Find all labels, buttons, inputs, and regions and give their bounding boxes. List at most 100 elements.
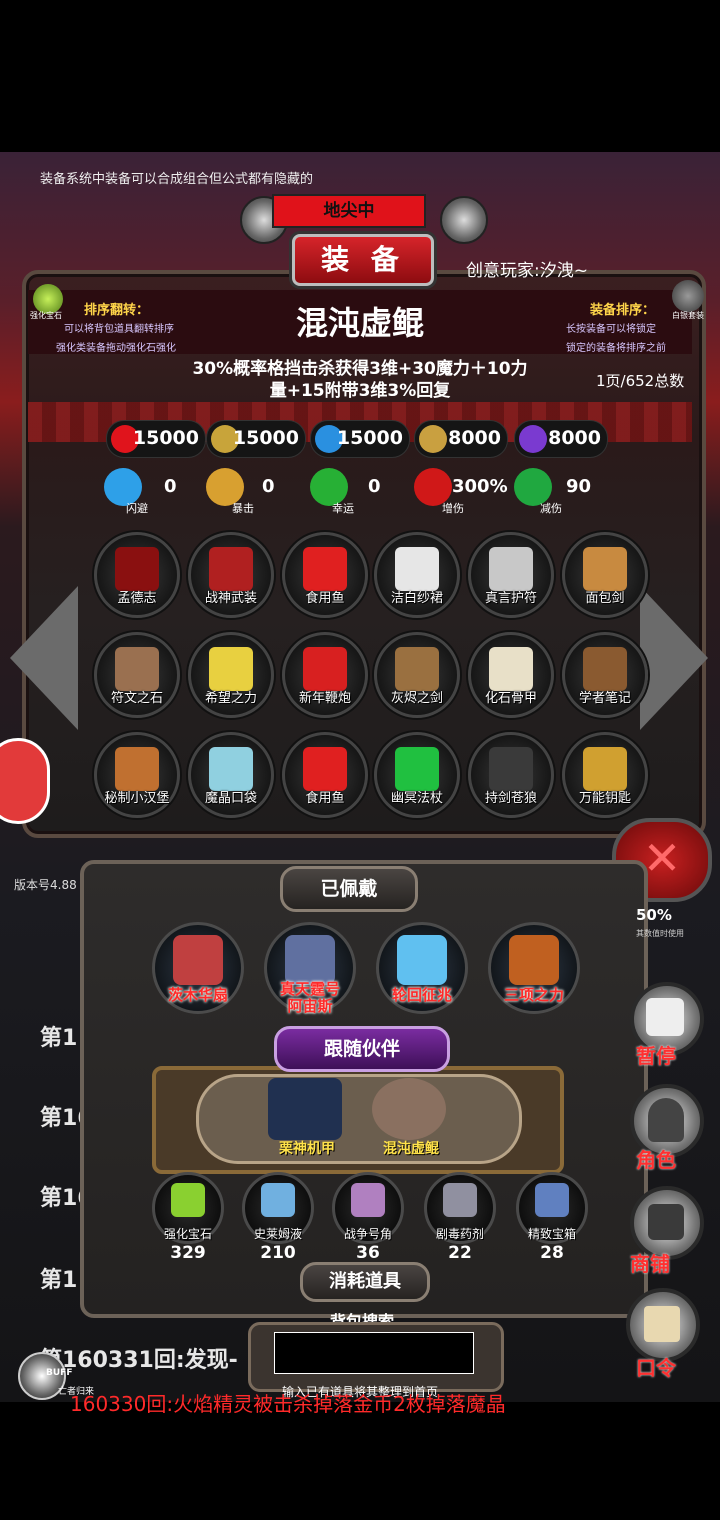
item-label: 符文之石 <box>110 691 163 706</box>
item-label: 灰烬之剑 <box>390 691 443 706</box>
worn-slot[interactable]: 三项之力 <box>488 922 580 1014</box>
worn-title: 已佩戴 <box>320 878 378 900</box>
code-button[interactable] <box>626 1288 700 1362</box>
consumable-slot[interactable]: 强化宝石 329 <box>152 1172 224 1263</box>
consumable-count: 22 <box>448 1243 472 1263</box>
equipment-slot[interactable]: 战神武装 <box>188 532 274 618</box>
right-percent: 50% <box>636 906 672 924</box>
menu-label: 商铺 <box>630 1252 670 1276</box>
consumable-slot[interactable]: 精致宝箱 28 <box>516 1172 588 1263</box>
companion-slot[interactable]: 栗神机甲 <box>268 1078 342 1157</box>
stat-luck: 0 幸运 <box>310 468 400 516</box>
page-title: 装 备 <box>321 243 405 276</box>
worn-slot[interactable]: 茨木华扇 <box>152 922 244 1014</box>
item-icon <box>583 547 627 591</box>
worn-item-label: 茨木华扇 <box>167 986 228 1004</box>
equipment-slot[interactable]: 真言护符 <box>468 532 554 618</box>
next-page-arrow-icon[interactable] <box>640 586 708 730</box>
worn-item-icon <box>173 935 223 985</box>
stat-value: 0 <box>368 476 381 497</box>
consumable-label: 精致宝箱 <box>527 1227 576 1241</box>
item-icon <box>395 547 439 591</box>
equipment-slot[interactable]: 幽冥法杖 <box>374 732 460 818</box>
log-line-latest: 160330回:火焰精灵被击杀掉落金币2枚掉落魔晶 <box>70 1392 506 1416</box>
stat-attack: 8000 <box>414 420 508 458</box>
stat-value: 90 <box>566 476 592 497</box>
creator-credit: 创意玩家:汐洩~ <box>466 261 588 281</box>
equipment-slot[interactable]: 持剑苍狼 <box>468 732 554 818</box>
item-icon <box>489 747 533 791</box>
item-label: 食用鱼 <box>305 591 345 606</box>
equipment-slot[interactable]: 灰烬之剑 <box>374 632 460 718</box>
equipment-slot[interactable]: 秘制小汉堡 <box>94 732 180 818</box>
consumable-icon <box>535 1183 569 1217</box>
sort-reverse-desc: 可以将背包道具翻转排序 <box>64 324 174 335</box>
consumable-slot[interactable]: 剧毒药剂 22 <box>424 1172 496 1263</box>
worn-slot[interactable]: 轮回征兆 <box>376 922 468 1014</box>
scroll-icon <box>644 1306 680 1342</box>
worn-item-icon <box>285 935 335 985</box>
consumable-slot[interactable]: 史莱姆液 210 <box>242 1172 314 1263</box>
item-icon <box>583 747 627 791</box>
menu-label: 暂停 <box>636 1044 676 1068</box>
equip-sort-button[interactable]: 装备排序： <box>590 299 655 318</box>
equipment-slot[interactable]: 食用鱼 <box>282 732 368 818</box>
item-label: 魔晶口袋 <box>204 791 257 806</box>
emblem-banner: 地尖中 <box>272 194 426 228</box>
item-label: 洁白纱裙 <box>390 591 443 606</box>
item-label: 真言护符 <box>484 591 537 606</box>
stat-value: 8000 <box>548 427 601 449</box>
corner-right-label: 白银套装 <box>672 311 704 320</box>
equipment-slot[interactable]: 面包剑 <box>562 532 648 618</box>
equipment-slot[interactable]: 万能钥匙 <box>562 732 648 818</box>
stat-value: 8000 <box>448 427 501 449</box>
equipment-slot[interactable]: 学者笔记 <box>562 632 648 718</box>
item-icon <box>303 747 347 791</box>
bag-search-input[interactable] <box>274 1332 474 1374</box>
sort-reverse-button[interactable]: 排序翻转： <box>84 299 149 318</box>
consumable-slot[interactable]: 战争号角 36 <box>332 1172 404 1263</box>
buff-label: BUFF <box>46 1368 73 1378</box>
item-description-line: 30%概率格挡击杀获得3维+30魔力＋10力 <box>192 359 528 379</box>
item-label: 食用鱼 <box>305 791 345 806</box>
item-label: 希望之力 <box>204 691 257 706</box>
companion-name: 混沌虚鲲 <box>383 1141 439 1157</box>
menu-label: 口令 <box>636 1356 676 1380</box>
page-info: 1页/652总数 <box>596 372 685 390</box>
equipment-slot[interactable]: 洁白纱裙 <box>374 532 460 618</box>
stat-agility: 15000 <box>310 420 410 458</box>
stat-magic: 8000 <box>514 420 608 458</box>
companion-title: 跟随伙伴 <box>323 1038 400 1060</box>
stat-label: 增伤 <box>442 502 464 515</box>
item-name: 混沌虚鲲 <box>295 304 424 342</box>
consumable-count: 36 <box>356 1243 380 1263</box>
item-icon <box>583 647 627 691</box>
item-icon <box>395 647 439 691</box>
prev-page-arrow-icon[interactable] <box>10 586 78 730</box>
companion-slot[interactable]: 混沌虚鲲 <box>372 1078 446 1157</box>
consumable-icon <box>351 1183 385 1217</box>
player-avatar-button[interactable] <box>0 738 50 824</box>
equipment-slot[interactable]: 魔晶口袋 <box>188 732 274 818</box>
equipment-slot[interactable]: 符文之石 <box>94 632 180 718</box>
equipment-slot[interactable]: 希望之力 <box>188 632 274 718</box>
sort-reverse-desc: 强化类装备拖动强化石强化 <box>56 343 176 354</box>
equipment-slot[interactable]: 新年鞭炮 <box>282 632 368 718</box>
menu-label: 角色 <box>636 1148 676 1172</box>
consumable-title: 消耗道具 <box>329 1271 401 1292</box>
stat-label: 幸运 <box>332 502 354 515</box>
equipment-slot[interactable]: 化石骨甲 <box>468 632 554 718</box>
sword-icon <box>419 425 447 453</box>
worn-item-label: 三项之力 <box>503 986 564 1004</box>
item-label: 万能钥匙 <box>578 791 631 806</box>
item-label: 战神武装 <box>204 591 257 606</box>
stat-value: 300% <box>452 476 508 497</box>
stat-value: 0 <box>164 476 177 497</box>
silver-armor-icon[interactable] <box>672 280 704 312</box>
item-icon <box>115 647 159 691</box>
log-line: 第1 <box>40 1268 78 1293</box>
equipment-slot[interactable]: 孟德志 <box>94 532 180 618</box>
consumable-count: 28 <box>540 1243 564 1263</box>
worn-slot[interactable]: 真天霆号 阿宙斯 <box>264 922 356 1015</box>
equipment-slot[interactable]: 食用鱼 <box>282 532 368 618</box>
